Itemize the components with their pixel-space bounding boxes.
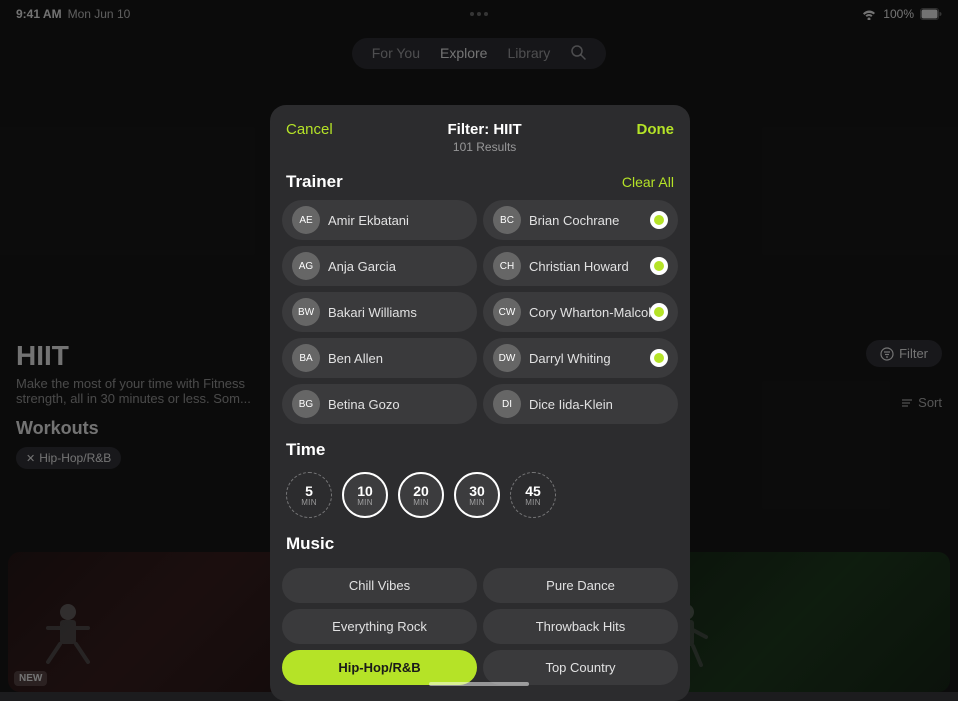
music-option-button[interactable]: Top Country [483,650,678,685]
trainer-name: Betina Gozo [328,397,400,412]
music-option-button[interactable]: Hip-Hop/R&B [282,650,477,685]
time-circle[interactable]: 45 MIN [510,472,556,518]
trainer-avatar: CH [493,252,521,280]
filter-modal: Cancel Filter: HIIT 101 Results Done Tra… [270,105,690,701]
time-unit: MIN [469,498,485,507]
modal-subtitle: 101 Results [448,140,522,154]
time-unit: MIN [301,498,317,507]
trainer-avatar: BG [292,390,320,418]
trainer-name: Christian Howard [529,259,629,274]
trainer-name: Cory Wharton-Malcolm [529,305,662,320]
time-unit: MIN [413,498,429,507]
trainers-left-column: AE Amir Ekbatani AG Anja Garcia BW Bakar… [282,200,477,424]
trainer-row[interactable]: DW Darryl Whiting [483,338,678,378]
trainer-section-header: Trainer Clear All [270,164,690,200]
trainer-row[interactable]: CH Christian Howard [483,246,678,286]
selection-dot [650,303,668,321]
trainer-row[interactable]: BG Betina Gozo [282,384,477,424]
trainer-row[interactable]: BA Ben Allen [282,338,477,378]
trainer-avatar: CW [493,298,521,326]
trainer-avatar: AG [292,252,320,280]
time-circle[interactable]: 20 MIN [398,472,444,518]
time-value: 10 [357,484,373,498]
time-section-header: Time [270,432,690,468]
trainer-name: Anja Garcia [328,259,396,274]
trainer-avatar: DI [493,390,521,418]
time-value: 30 [469,484,485,498]
trainer-name: Bakari Williams [328,305,417,320]
trainer-avatar: BA [292,344,320,372]
music-section-header: Music [270,526,690,562]
selection-dot [650,211,668,229]
trainer-avatar: BC [493,206,521,234]
selection-dot [650,257,668,275]
trainer-name: Dice Iida-Klein [529,397,613,412]
home-indicator [429,682,529,686]
trainer-name: Darryl Whiting [529,351,611,366]
modal-title-block: Filter: HIIT 101 Results [448,121,522,154]
trainer-row[interactable]: CW Cory Wharton-Malcolm [483,292,678,332]
done-button[interactable]: Done [637,121,675,138]
music-option-button[interactable]: Chill Vibes [282,568,477,603]
selection-dot [650,349,668,367]
time-value: 5 [305,484,313,498]
trainer-name: Amir Ekbatani [328,213,409,228]
trainer-row[interactable]: DI Dice Iida-Klein [483,384,678,424]
trainer-row[interactable]: BW Bakari Williams [282,292,477,332]
music-grid: Chill VibesPure DanceEverything RockThro… [270,568,690,685]
trainer-grid: AE Amir Ekbatani AG Anja Garcia BW Bakar… [270,200,690,424]
trainer-avatar: AE [292,206,320,234]
time-value: 20 [413,484,429,498]
time-circle[interactable]: 10 MIN [342,472,388,518]
cancel-button[interactable]: Cancel [286,121,333,138]
clear-all-button[interactable]: Clear All [622,174,674,190]
time-circles: 5 MIN 10 MIN 20 MIN 30 MIN 45 MIN [270,468,690,526]
trainer-row[interactable]: AG Anja Garcia [282,246,477,286]
trainer-name: Ben Allen [328,351,383,366]
modal-header: Cancel Filter: HIIT 101 Results Done [270,105,690,164]
time-value: 45 [525,484,541,498]
trainer-section-title: Trainer [286,172,343,192]
music-option-button[interactable]: Throwback Hits [483,609,678,644]
trainer-name: Brian Cochrane [529,213,619,228]
trainer-avatar: BW [292,298,320,326]
trainer-row[interactable]: BC Brian Cochrane [483,200,678,240]
music-option-button[interactable]: Pure Dance [483,568,678,603]
time-circle[interactable]: 5 MIN [286,472,332,518]
time-unit: MIN [525,498,541,507]
trainer-row[interactable]: AE Amir Ekbatani [282,200,477,240]
music-section-title: Music [286,534,334,554]
trainer-avatar: DW [493,344,521,372]
music-option-button[interactable]: Everything Rock [282,609,477,644]
time-circle[interactable]: 30 MIN [454,472,500,518]
modal-title: Filter: HIIT [448,121,522,138]
time-unit: MIN [357,498,373,507]
trainers-right-column: BC Brian Cochrane CH Christian Howard CW… [483,200,678,424]
time-section-title: Time [286,440,325,460]
